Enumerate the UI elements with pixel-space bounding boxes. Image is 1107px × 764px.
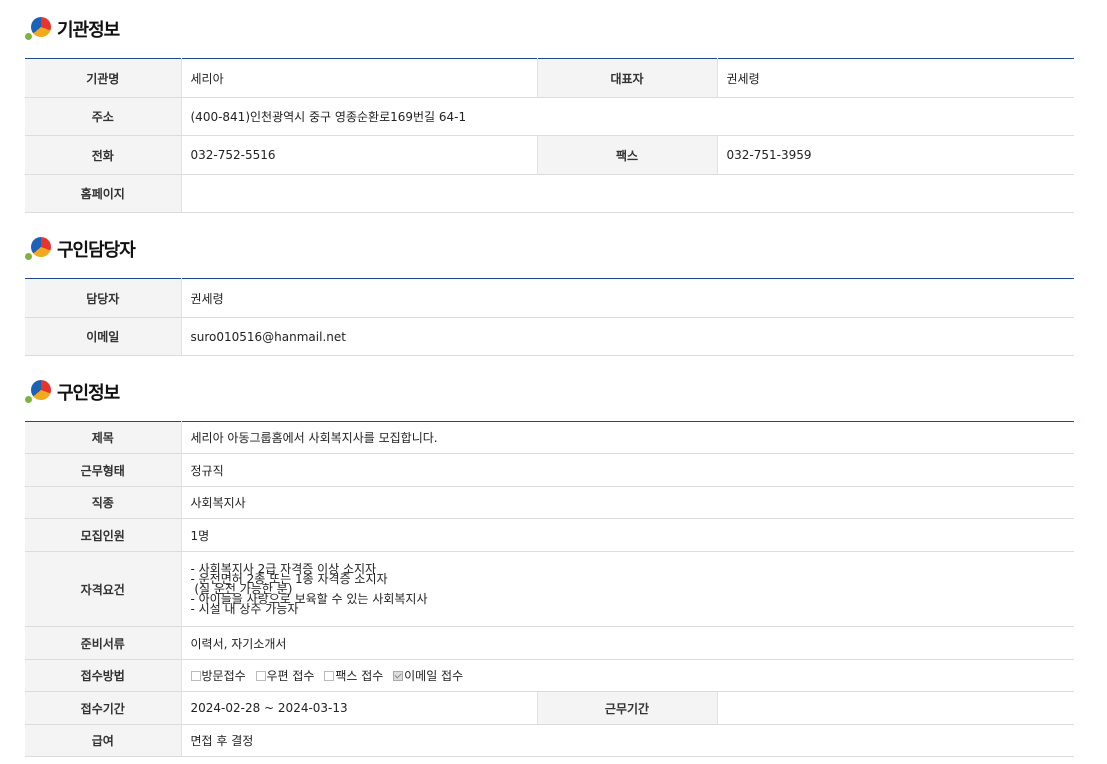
method-fax-checkbox[interactable]: 팩스 접수 bbox=[324, 667, 383, 684]
table-row: 모집인원 1명 bbox=[25, 518, 1075, 552]
salary-value: 면접 후 결정 bbox=[181, 724, 1075, 757]
table-row: 제목 세리아 아동그룹홈에서 사회복지사를 모집합니다. bbox=[25, 421, 1075, 454]
qualification-line: - 아이들을 사랑으로 보육할 수 있는 사회복지사 bbox=[190, 592, 428, 606]
table-row: 근무형태 정규직 bbox=[25, 453, 1075, 487]
subject-label: 제목 bbox=[25, 421, 182, 454]
agency-section-header: 기관정보 bbox=[25, 14, 120, 44]
contact-section-header: 구인담당자 bbox=[25, 234, 136, 264]
table-row: 접수방법 방문접수 우편 접수 팩스 접수 이메일 접수 bbox=[25, 659, 1075, 692]
table-row: 접수기간 2024-02-28 ~ 2024-03-13 근무기간 bbox=[25, 691, 1075, 725]
table-row: 급여 면접 후 결정 bbox=[25, 724, 1075, 757]
colorful-ball-logo-icon bbox=[25, 378, 53, 406]
phone-label: 전화 bbox=[25, 135, 182, 175]
qualification-value: - 사회복지사 2급 자격증 이상 소지자 - 운전면허 2종 또는 1종 자격… bbox=[181, 551, 1075, 627]
application-methods: 방문접수 우편 접수 팩스 접수 이메일 접수 bbox=[181, 659, 1075, 692]
section-title: 구인정보 bbox=[57, 383, 120, 404]
homepage-label: 홈페이지 bbox=[25, 174, 182, 213]
table-row: 준비서류 이력서, 자기소개서 bbox=[25, 626, 1075, 660]
method-label: 이메일 접수 bbox=[404, 669, 464, 683]
fax-value: 032-751-3959 bbox=[717, 135, 1074, 175]
contact-info-table: 담당자 권세령 이메일 suro010516@hanmail.net bbox=[25, 278, 1074, 356]
table-row: 이메일 suro010516@hanmail.net bbox=[25, 317, 1074, 356]
email-label: 이메일 bbox=[25, 317, 182, 356]
application-period-label: 접수기간 bbox=[25, 691, 182, 725]
jobtype-label: 직종 bbox=[25, 486, 182, 519]
address-value: (400-841)인천광역시 중구 영종순환로169번길 64-1 bbox=[181, 97, 1074, 136]
method-label: 팩스 접수 bbox=[335, 669, 384, 683]
agency-name-value: 세리아 bbox=[181, 58, 537, 98]
checkbox-checked-icon bbox=[393, 670, 404, 681]
work-period-label: 근무기간 bbox=[536, 691, 718, 725]
homepage-value[interactable] bbox=[181, 174, 1074, 213]
fax-label: 팩스 bbox=[536, 135, 718, 175]
colorful-ball-logo-icon bbox=[25, 235, 53, 263]
manager-label: 담당자 bbox=[25, 278, 182, 318]
representative-label: 대표자 bbox=[536, 58, 718, 98]
checkbox-icon bbox=[190, 670, 201, 681]
jobtype-value: 사회복지사 bbox=[181, 486, 1075, 519]
table-row: 기관명 세리아 대표자 권세령 bbox=[25, 58, 1074, 98]
representative-value: 권세령 bbox=[717, 58, 1074, 98]
method-label: 우편 접수 bbox=[266, 669, 315, 683]
phone-value: 032-752-5516 bbox=[181, 135, 537, 175]
method-email-checkbox[interactable]: 이메일 접수 bbox=[393, 667, 463, 684]
worktype-label: 근무형태 bbox=[25, 453, 182, 487]
worktype-value: 정규직 bbox=[181, 453, 1075, 487]
method-mail-checkbox[interactable]: 우편 접수 bbox=[255, 667, 315, 684]
work-period-value bbox=[717, 691, 1075, 725]
table-row: 주소 (400-841)인천광역시 중구 영종순환로169번길 64-1 bbox=[25, 97, 1074, 136]
method-visit-checkbox[interactable]: 방문접수 bbox=[190, 667, 246, 684]
application-method-label: 접수방법 bbox=[25, 659, 182, 692]
section-title: 구인담당자 bbox=[57, 240, 136, 261]
application-period-value: 2024-02-28 ~ 2024-03-13 bbox=[181, 691, 537, 725]
table-row: 전화 032-752-5516 팩스 032-751-3959 bbox=[25, 135, 1074, 175]
documents-value: 이력서, 자기소개서 bbox=[181, 626, 1075, 660]
documents-label: 준비서류 bbox=[25, 626, 182, 660]
table-row: 자격요건 - 사회복지사 2급 자격증 이상 소지자 - 운전면허 2종 또는 … bbox=[25, 551, 1075, 627]
table-row: 직종 사회복지사 bbox=[25, 486, 1075, 519]
table-row: 담당자 권세령 bbox=[25, 278, 1074, 318]
email-value[interactable]: suro010516@hanmail.net bbox=[181, 317, 1074, 356]
job-info-table: 제목 세리아 아동그룹홈에서 사회복지사를 모집합니다. 근무형태 정규직 직종… bbox=[25, 421, 1075, 757]
qualification-line: - 운전면허 2종 또는 1종 자격증 소지자 bbox=[190, 572, 388, 586]
agency-name-label: 기관명 bbox=[25, 58, 182, 98]
checkbox-icon bbox=[255, 670, 266, 681]
manager-value: 권세령 bbox=[181, 278, 1074, 318]
job-section-header: 구인정보 bbox=[25, 377, 120, 407]
colorful-ball-logo-icon bbox=[25, 15, 53, 43]
table-row: 홈페이지 bbox=[25, 174, 1074, 213]
agency-info-table: 기관명 세리아 대표자 권세령 주소 (400-841)인천광역시 중구 영종순… bbox=[25, 58, 1074, 213]
qualification-label: 자격요건 bbox=[25, 551, 182, 627]
section-title: 기관정보 bbox=[57, 20, 120, 41]
method-label: 방문접수 bbox=[201, 669, 246, 683]
subject-value: 세리아 아동그룹홈에서 사회복지사를 모집합니다. bbox=[181, 421, 1075, 454]
salary-label: 급여 bbox=[25, 724, 182, 757]
headcount-label: 모집인원 bbox=[25, 518, 182, 552]
checkbox-icon bbox=[324, 670, 335, 681]
address-label: 주소 bbox=[25, 97, 182, 136]
headcount-value: 1명 bbox=[181, 518, 1075, 552]
